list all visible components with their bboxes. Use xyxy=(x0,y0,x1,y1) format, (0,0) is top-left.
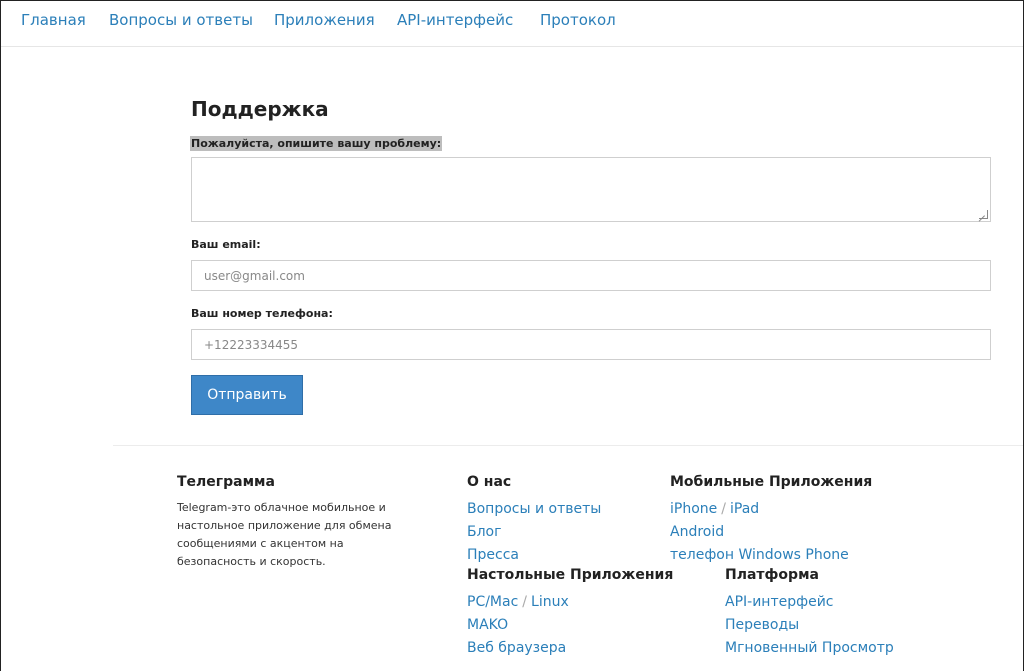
nav-home-link[interactable]: Главная xyxy=(21,11,86,29)
footer-pcmac-link[interactable]: PC/Mac xyxy=(467,594,518,610)
page-frame: Главная Вопросы и ответы Приложения API-… xyxy=(0,0,1024,671)
footer-iphone-ipad-row: iPhone / iPad xyxy=(670,501,759,517)
separator: / xyxy=(721,501,726,517)
footer-mako-link[interactable]: MAKO xyxy=(467,617,508,633)
nav-protocol-link[interactable]: Протокол xyxy=(540,11,616,29)
footer-ipad-link[interactable]: iPad xyxy=(730,501,759,517)
footer-windows-phone-link[interactable]: телефон Windows Phone xyxy=(670,547,849,563)
footer-android-link[interactable]: Android xyxy=(670,524,724,540)
separator: / xyxy=(522,594,528,610)
footer-pc-linux-row: PC/Mac / Linux xyxy=(467,594,569,610)
footer-col-about-title: О нас xyxy=(467,474,512,490)
nav-faq-link[interactable]: Вопросы и ответы xyxy=(109,11,253,29)
top-navigation: Главная Вопросы и ответы Приложения API-… xyxy=(1,1,1023,47)
email-placeholder: user@gmail.com xyxy=(204,269,305,283)
footer-press-link[interactable]: Пресса xyxy=(467,547,519,563)
email-label: Ваш email: xyxy=(191,238,261,251)
footer-iphone-link[interactable]: iPhone xyxy=(670,501,717,517)
footer-instant-view-link[interactable]: Мгновенный Просмотр xyxy=(725,640,894,656)
problem-textarea[interactable] xyxy=(191,157,991,222)
resize-handle-icon[interactable] xyxy=(979,210,988,219)
footer-linux-link[interactable]: Linux xyxy=(531,594,569,610)
footer-col-desktop-title: Настольные Приложения xyxy=(467,567,674,583)
nav-api-link[interactable]: API-интерфейс xyxy=(397,11,513,29)
submit-button[interactable]: Отправить xyxy=(191,375,303,415)
footer-api-link[interactable]: API-интерфейс xyxy=(725,594,834,610)
problem-label: Пожалуйста, опишите вашу проблему: xyxy=(190,136,443,151)
phone-placeholder: +12223334455 xyxy=(204,338,299,352)
footer-col-mobile-title: Мобильные Приложения xyxy=(670,474,873,490)
footer-blog-link[interactable]: Блог xyxy=(467,524,501,540)
phone-field[interactable]: +12223334455 xyxy=(191,329,991,360)
footer-col-platform-title: Платформа xyxy=(725,567,819,583)
footer-translations-link[interactable]: Переводы xyxy=(725,617,799,633)
footer-about-title: Телеграмма xyxy=(177,474,275,490)
footer-web-link[interactable]: Веб браузера xyxy=(467,640,566,656)
email-field[interactable]: user@gmail.com xyxy=(191,260,991,291)
footer-divider xyxy=(113,445,1023,446)
page-title: Поддержка xyxy=(191,97,329,121)
footer-about-text: Telegram-это облачное мобильное и настол… xyxy=(177,501,392,568)
nav-apps-link[interactable]: Приложения xyxy=(274,11,375,29)
footer-faq-link[interactable]: Вопросы и ответы xyxy=(467,501,601,517)
phone-label: Ваш номер телефона: xyxy=(191,307,333,320)
